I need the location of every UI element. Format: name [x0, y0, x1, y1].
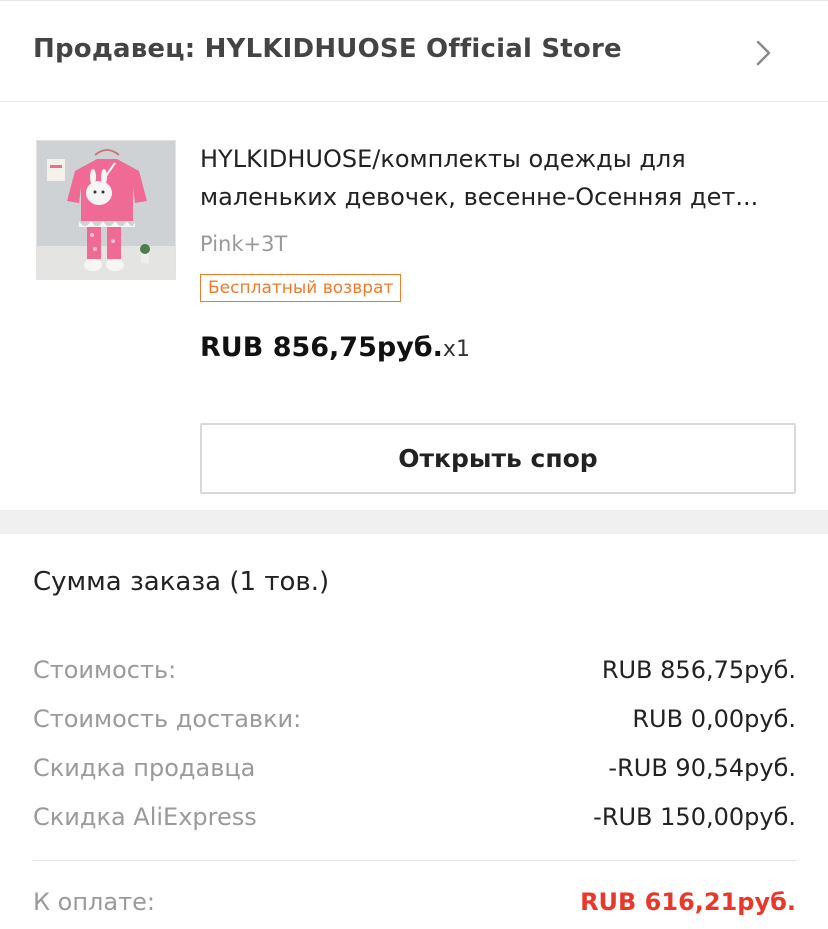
product-item: HYLKIDHUOSE/комплекты одежды для маленьк… [0, 102, 828, 510]
summary-line-seller-discount: Скидка продавца -RUB 90,54руб. [33, 754, 796, 794]
summary-total: К оплате: RUB 616,21руб. [33, 888, 796, 928]
product-price: RUB 856,75руб.x1 [200, 332, 470, 363]
summary-line-value: -RUB 90,54руб. [608, 754, 796, 782]
total-value: RUB 616,21руб. [580, 888, 796, 916]
product-image [37, 141, 175, 279]
total-label: К оплате: [33, 888, 155, 916]
product-quantity: x1 [442, 337, 470, 362]
product-title[interactable]: HYLKIDHUOSE/комплекты одежды для маленьк… [200, 140, 800, 216]
order-summary: Сумма заказа (1 тов.) Стоимость: RUB 856… [0, 534, 828, 929]
summary-line-value: RUB 0,00руб. [632, 705, 796, 733]
summary-line-label: Скидка продавца [33, 754, 256, 782]
section-divider [0, 510, 828, 534]
seller-row[interactable]: Продавец: HYLKIDHUOSE Official Store [0, 0, 828, 102]
summary-line-value: RUB 856,75руб. [601, 656, 796, 684]
summary-line-shipping: Стоимость доставки: RUB 0,00руб. [33, 705, 796, 745]
free-return-badge: Бесплатный возврат [200, 274, 402, 302]
summary-divider [33, 860, 796, 861]
seller-name: Продавец: HYLKIDHUOSE Official Store [33, 34, 622, 64]
product-variant: Pink+3T [200, 232, 288, 256]
product-price-value: RUB 856,75руб. [200, 332, 443, 363]
chevron-right-icon [756, 40, 771, 66]
product-title-line-2: маленьких девочек, весенне-Осенняя дет..… [200, 183, 759, 211]
summary-line-value: -RUB 150,00руб. [593, 803, 796, 831]
summary-line-label: Стоимость: [33, 656, 177, 684]
product-thumbnail[interactable] [36, 140, 176, 280]
summary-line-aliexpress-discount: Скидка AliExpress -RUB 150,00руб. [33, 803, 796, 843]
summary-line-cost: Стоимость: RUB 856,75руб. [33, 656, 796, 696]
product-title-line-1: HYLKIDHUOSE/комплекты одежды для [200, 145, 686, 173]
open-dispute-button[interactable]: Открыть спор [200, 423, 796, 494]
summary-title: Сумма заказа (1 тов.) [33, 567, 330, 597]
summary-line-label: Скидка AliExpress [33, 803, 257, 831]
summary-line-label: Стоимость доставки: [33, 705, 302, 733]
